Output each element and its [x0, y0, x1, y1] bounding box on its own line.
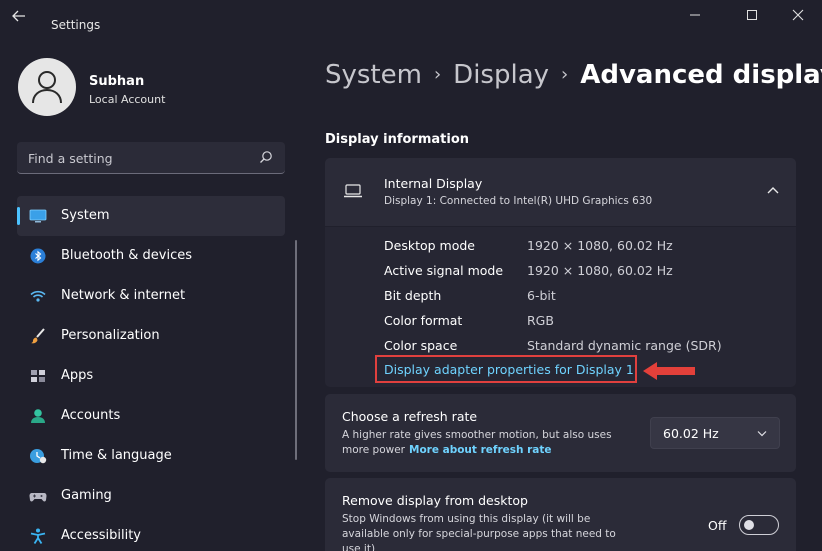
back-arrow-icon[interactable]: [12, 9, 36, 25]
gaming-icon: [29, 493, 47, 502]
remove-display-description: Stop Windows from using this display (it…: [342, 513, 616, 551]
red-arrow-annotation-icon: [643, 362, 695, 380]
sidebar-item-network[interactable]: Network & internet: [17, 276, 285, 316]
sidebar-item-bluetooth[interactable]: Bluetooth & devices: [17, 236, 285, 276]
sidebar-item-label: Apps: [61, 368, 94, 383]
time-language-icon: [30, 449, 47, 464]
refresh-rate-help-link[interactable]: More about refresh rate: [409, 444, 552, 456]
sidebar-nav: System Bluetooth & devices Network & int…: [17, 196, 285, 551]
remove-display-toggle[interactable]: [739, 515, 779, 535]
search-icon: [260, 151, 272, 163]
sidebar-item-accessibility[interactable]: Accessibility: [17, 516, 285, 551]
info-key: Bit depth: [384, 288, 442, 303]
sidebar-item-accounts[interactable]: Accounts: [17, 396, 285, 436]
accessibility-icon: [30, 528, 46, 544]
remove-display-card: Remove display from desktop Stop Windows…: [325, 478, 796, 551]
sidebar-item-label: Bluetooth & devices: [61, 248, 192, 263]
title-bar: Settings: [0, 0, 822, 34]
wifi-icon: [30, 290, 46, 302]
sidebar-item-time-language[interactable]: Time & language: [17, 436, 285, 476]
profile-account-type: Local Account: [89, 93, 166, 106]
sidebar-item-label: Time & language: [61, 448, 172, 463]
sidebar-item-personalization[interactable]: Personalization: [17, 316, 285, 356]
brush-icon: [31, 328, 45, 344]
search-input[interactable]: Find a setting: [17, 142, 285, 174]
chevron-right-icon: ›: [561, 64, 569, 85]
avatar: [18, 58, 76, 116]
person-icon: [32, 71, 62, 104]
minimize-button[interactable]: [680, 8, 710, 26]
close-button[interactable]: [783, 8, 813, 26]
info-key: Color space: [384, 338, 458, 353]
sidebar-item-label: Network & internet: [61, 288, 186, 303]
sidebar-item-system[interactable]: System: [17, 196, 285, 236]
sidebar-item-label: Accessibility: [61, 528, 141, 543]
apps-icon: [31, 370, 45, 382]
chevron-down-icon: [757, 431, 767, 437]
laptop-icon: [344, 184, 362, 198]
settings-window: Settings Subhan Local Account Find a set…: [0, 0, 822, 551]
refresh-rate-selected: 60.02 Hz: [663, 426, 719, 441]
maximize-button[interactable]: [737, 8, 767, 26]
system-icon: [29, 209, 47, 223]
refresh-rate-dropdown[interactable]: 60.02 Hz: [650, 417, 780, 449]
sidebar-item-label: Accounts: [61, 408, 121, 423]
display-name: Internal Display: [384, 176, 483, 191]
remove-display-title: Remove display from desktop: [342, 493, 528, 508]
sidebar-item-label: Gaming: [61, 488, 112, 503]
info-key: Active signal mode: [384, 263, 504, 278]
chevron-up-icon[interactable]: [766, 185, 780, 195]
sidebar-scrollbar[interactable]: [295, 240, 297, 460]
info-value: 1920 × 1080, 60.02 Hz: [527, 263, 673, 278]
refresh-rate-title: Choose a refresh rate: [342, 409, 478, 424]
display-connection: Display 1: Connected to Intel(R) UHD Gra…: [384, 195, 653, 207]
breadcrumb-display[interactable]: Display: [453, 60, 549, 90]
sidebar-item-apps[interactable]: Apps: [17, 356, 285, 396]
sidebar-item-gaming[interactable]: Gaming: [17, 476, 285, 516]
breadcrumb: System › Display › Advanced display: [325, 60, 822, 90]
profile-name: Subhan: [89, 74, 145, 89]
info-key: Desktop mode: [384, 238, 475, 253]
chevron-right-icon: ›: [433, 64, 442, 85]
display-info-card-header[interactable]: Internal Display Display 1: Connected to…: [325, 158, 796, 226]
sidebar-item-label: System: [61, 208, 110, 223]
bluetooth-icon: [30, 248, 46, 264]
section-title: Display information: [325, 132, 470, 147]
adapter-link-label: Display adapter properties for Display 1: [384, 362, 634, 377]
search-placeholder: Find a setting: [28, 151, 113, 166]
breadcrumb-system[interactable]: System: [325, 60, 422, 90]
info-value: Standard dynamic range (SDR): [527, 338, 722, 353]
info-value: RGB: [527, 313, 554, 328]
refresh-rate-description: A higher rate gives smoother motion, but…: [342, 428, 642, 458]
info-value: 1920 × 1080, 60.02 Hz: [527, 238, 673, 253]
sidebar-item-label: Personalization: [61, 328, 160, 343]
refresh-rate-card: Choose a refresh rate A higher rate give…: [325, 394, 796, 472]
info-value: 6-bit: [527, 288, 556, 303]
toggle-knob: [744, 520, 754, 530]
accounts-icon: [31, 409, 45, 423]
toggle-state-label: Off: [708, 518, 727, 533]
app-title: Settings: [51, 18, 101, 32]
display-adapter-properties-link[interactable]: Display adapter properties for Display 1: [375, 355, 637, 383]
info-key: Color format: [384, 313, 463, 328]
page-title: Advanced display: [580, 60, 822, 90]
